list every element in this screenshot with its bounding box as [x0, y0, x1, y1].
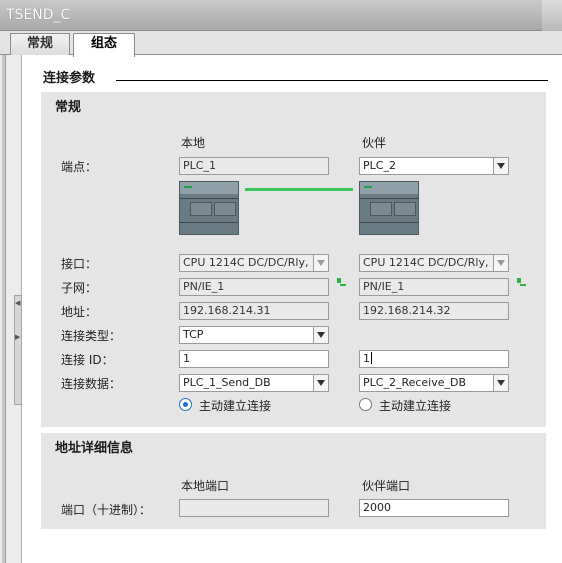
local-interface-dropdown: CPU 1214C DC/DC/Rly, IE	[179, 254, 329, 272]
port-decimal-label: 端口（十进制）：	[61, 503, 152, 517]
local-address-field: 192.168.214.31	[179, 302, 329, 320]
general-panel: 常规 本地 伙伴 端点： PLC_1 PLC_2 接口： CPU 1214C D…	[41, 92, 546, 427]
partner-connection-id-input[interactable]: 1	[359, 350, 509, 368]
section-title: 连接参数	[43, 71, 96, 86]
partner-port-value: 2000	[363, 501, 391, 514]
address-details-heading: 地址详细信息	[55, 441, 134, 456]
chevron-down-icon[interactable]	[493, 158, 508, 174]
side-panel-collapsed: ◀ ▶	[0, 55, 22, 563]
network-icon	[517, 278, 526, 287]
side-panel-strip	[2, 55, 6, 563]
partner-address-value: 192.168.214.32	[363, 304, 451, 317]
side-panel-handle[interactable]	[14, 295, 22, 405]
interface-label: 接口：	[61, 257, 98, 271]
titlebar-edge	[542, 0, 562, 31]
chevron-down-icon[interactable]	[493, 375, 508, 391]
collapse-left-icon[interactable]: ◀	[15, 299, 20, 307]
connection-type-value: TCP	[183, 328, 204, 341]
tab-general[interactable]: 常规	[10, 33, 70, 55]
local-endpoint-value: PLC_1	[183, 159, 216, 172]
configuration-content: 连接参数 常规 本地 伙伴 端点： PLC_1 PLC_2 接口： CPU 12…	[28, 55, 562, 563]
chevron-down-icon	[493, 255, 508, 271]
network-icon	[337, 278, 346, 287]
connection-type-label: 连接类型：	[61, 329, 122, 343]
local-connection-data-dropdown[interactable]: PLC_1_Send_DB	[179, 374, 329, 392]
connection-line	[245, 188, 353, 191]
section-divider	[116, 80, 548, 81]
partner-connection-data-dropdown[interactable]: PLC_2_Receive_DB	[359, 374, 509, 392]
tab-configuration-label: 组态	[90, 36, 117, 51]
address-label: 地址：	[61, 305, 98, 319]
expand-right-icon[interactable]: ▶	[15, 333, 20, 341]
local-connection-data-value: PLC_1_Send_DB	[183, 376, 271, 389]
tab-bar: 常规 组态	[0, 31, 562, 57]
partner-connection-id-value: 1	[363, 352, 370, 365]
partner-interface-value: CPU 1214C DC/DC/Rly, IE	[363, 256, 503, 269]
local-port-field	[179, 499, 329, 517]
chevron-down-icon	[313, 255, 328, 271]
partner-interface-dropdown: CPU 1214C DC/DC/Rly, IE	[359, 254, 509, 272]
local-active-connection-label: 主动建立连接	[199, 399, 272, 413]
tab-general-label: 常规	[26, 36, 53, 51]
partner-address-field: 192.168.214.32	[359, 302, 509, 320]
partner-subnet-field: PN/IE_1	[359, 278, 509, 296]
chevron-down-icon[interactable]	[313, 327, 328, 343]
local-subnet-value: PN/IE_1	[183, 280, 225, 293]
subnet-label: 子网：	[61, 281, 98, 295]
partner-connection-data-value: PLC_2_Receive_DB	[363, 376, 467, 389]
general-heading: 常规	[55, 100, 82, 115]
connection-id-label: 连接 ID：	[61, 353, 114, 367]
local-subnet-field: PN/IE_1	[179, 278, 329, 296]
tab-configuration[interactable]: 组态	[73, 33, 135, 57]
partner-endpoint-value: PLC_2	[363, 159, 396, 172]
address-details-panel: 地址详细信息 本地端口 伙伴端口 端口（十进制）： 2000	[41, 433, 546, 529]
connection-data-label: 连接数据：	[61, 377, 122, 391]
partner-endpoint-dropdown[interactable]: PLC_2	[359, 157, 509, 175]
partner-active-connection-label: 主动建立连接	[379, 399, 452, 413]
local-connection-id-input[interactable]: 1	[179, 350, 329, 368]
column-partner: 伙伴	[362, 136, 387, 150]
column-local: 本地	[181, 136, 206, 150]
local-connection-id-value: 1	[183, 352, 190, 365]
partner-plc-device-icon	[359, 181, 419, 235]
local-interface-value: CPU 1214C DC/DC/Rly, IE	[183, 256, 323, 269]
partner-subnet-value: PN/IE_1	[363, 280, 405, 293]
text-cursor	[371, 352, 372, 364]
connection-type-dropdown[interactable]: TCP	[179, 326, 329, 344]
window-title: TSEND_C	[6, 7, 71, 23]
column-partner-port: 伙伴端口	[362, 479, 411, 493]
local-address-value: 192.168.214.31	[183, 304, 271, 317]
local-plc-device-icon	[179, 181, 239, 235]
partner-active-connection-radio[interactable]	[359, 398, 372, 411]
window-titlebar: TSEND_C	[0, 0, 562, 31]
endpoint-label: 端点：	[61, 160, 98, 174]
chevron-down-icon[interactable]	[313, 375, 328, 391]
partner-port-input[interactable]: 2000	[359, 499, 509, 517]
column-local-port: 本地端口	[181, 479, 230, 493]
local-active-connection-radio[interactable]	[179, 398, 192, 411]
local-endpoint-field: PLC_1	[179, 157, 329, 175]
